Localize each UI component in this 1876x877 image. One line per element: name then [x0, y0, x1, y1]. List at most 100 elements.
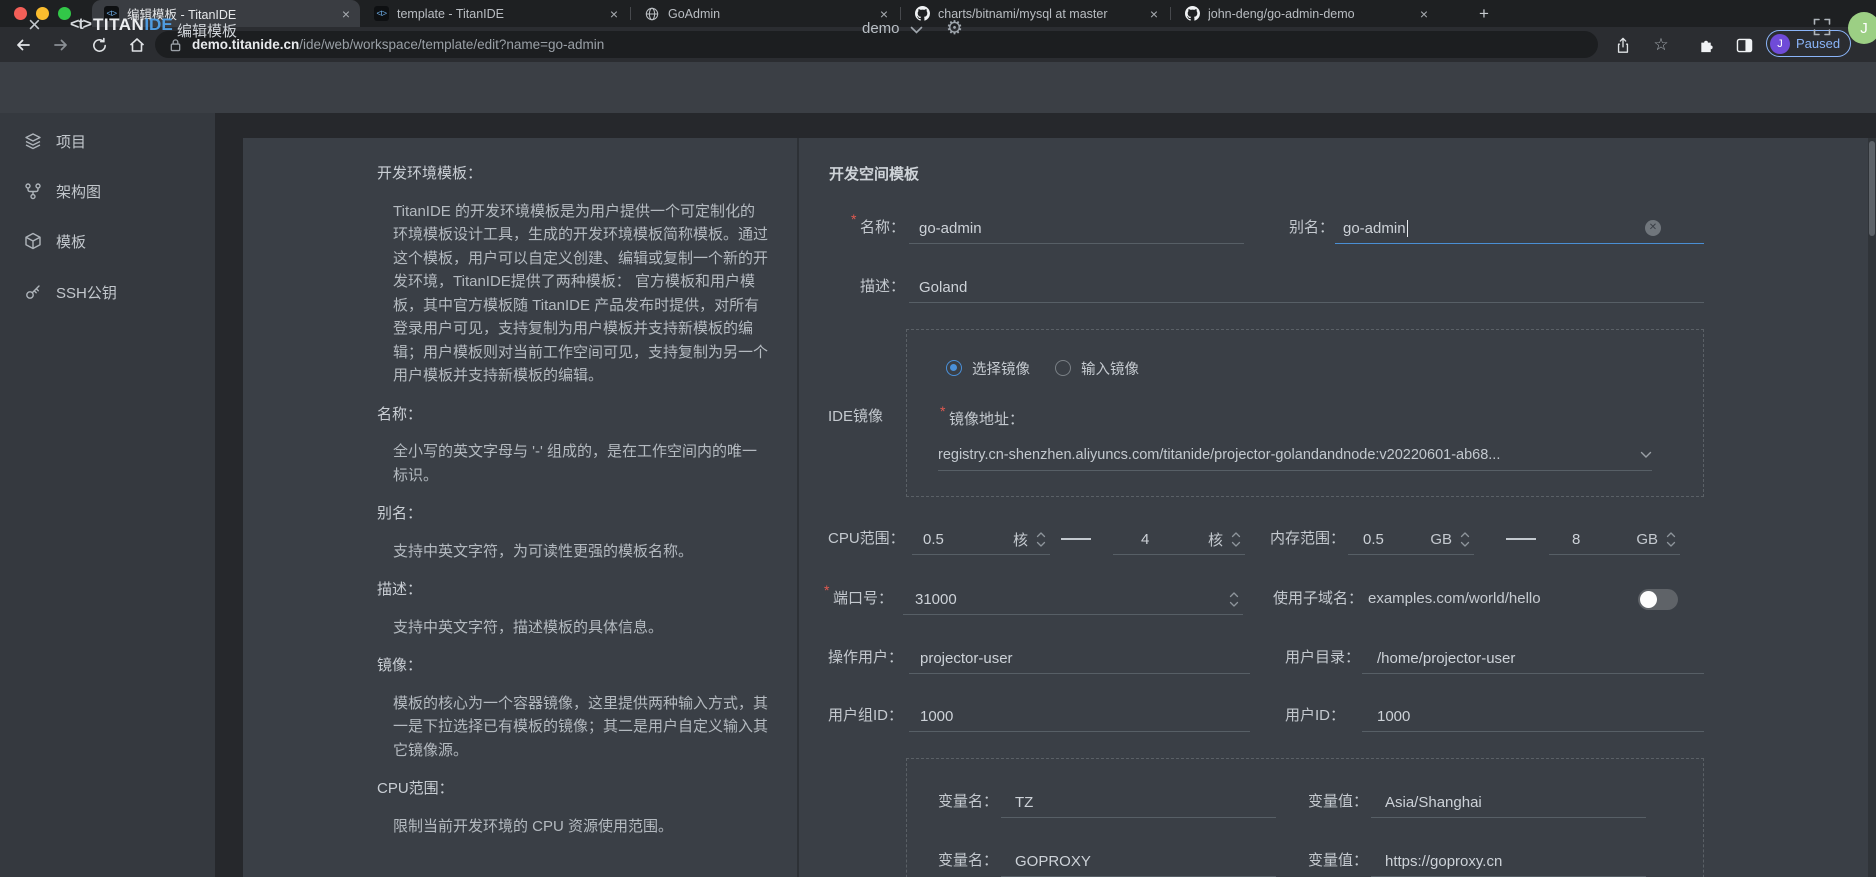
- env-value-input[interactable]: [1371, 787, 1646, 818]
- env-name-input-field[interactable]: [1001, 846, 1276, 876]
- env-value-input-field[interactable]: [1371, 846, 1646, 876]
- back-icon[interactable]: [12, 34, 34, 56]
- browser-profile-button[interactable]: J Paused: [1766, 30, 1851, 57]
- home-icon[interactable]: [126, 34, 148, 56]
- cpu-min-input[interactable]: 0.5 核: [912, 524, 1050, 555]
- chevron-down-icon[interactable]: [1640, 451, 1652, 459]
- close-icon[interactable]: ×: [28, 13, 41, 37]
- radio-input-image[interactable]: 输入镜像: [1055, 353, 1139, 383]
- layers-icon: [24, 132, 42, 150]
- operator-input-field[interactable]: [909, 643, 1250, 673]
- side-panel-icon[interactable]: [1733, 34, 1755, 56]
- tab-charts-bitnami-mysql[interactable]: charts/bitnami/mysql at master ×: [902, 0, 1168, 27]
- group-id-input[interactable]: [909, 701, 1250, 732]
- env-name-input-field[interactable]: [1001, 787, 1276, 817]
- name-label: 名称：: [860, 213, 905, 243]
- group-id-input-field[interactable]: [909, 701, 1250, 731]
- cube-icon: [24, 232, 42, 250]
- key-icon: [24, 283, 42, 301]
- image-address-select[interactable]: registry.cn-shenzhen.aliyuncs.com/titani…: [938, 440, 1652, 471]
- workspace-selector[interactable]: demo: [862, 20, 900, 37]
- home-dir-input-field[interactable]: [1362, 643, 1704, 673]
- tab-separator: [630, 7, 631, 20]
- stepper-icon[interactable]: [1231, 531, 1241, 548]
- memory-min-input[interactable]: 0.5 GB: [1348, 524, 1474, 555]
- memory-min-value[interactable]: 0.5: [1363, 531, 1384, 548]
- range-dash: [1061, 538, 1091, 540]
- port-label: 端口号：: [833, 584, 893, 614]
- doc-heading: 别名：: [377, 502, 769, 526]
- env-value-input-field[interactable]: [1371, 787, 1646, 817]
- cpu-max-input[interactable]: 4 核: [1113, 524, 1245, 555]
- stepper-icon[interactable]: [1036, 531, 1046, 548]
- cpu-max-value[interactable]: 4: [1141, 531, 1149, 548]
- home-dir-label: 用户目录：: [1285, 643, 1360, 673]
- env-name-input[interactable]: [1001, 846, 1276, 877]
- tab-goadmin[interactable]: GoAdmin ×: [632, 0, 898, 27]
- memory-max-unit: GB: [1636, 531, 1658, 548]
- radio-select-image[interactable]: 选择镜像: [946, 353, 1030, 383]
- sidebar-item-label: SSH公钥: [56, 282, 117, 303]
- gear-icon[interactable]: ⚙: [946, 17, 963, 40]
- subdomain-value: examples.com/world/hello: [1368, 584, 1541, 614]
- env-name-label: 变量名：: [938, 787, 998, 817]
- description-input-field[interactable]: [909, 272, 1704, 302]
- forward-icon[interactable]: [50, 34, 72, 56]
- user-id-input[interactable]: [1362, 701, 1704, 732]
- tab-close-icon[interactable]: ×: [1150, 7, 1158, 21]
- port-value[interactable]: 31000: [903, 591, 957, 608]
- stepper-icon[interactable]: [1666, 531, 1676, 548]
- range-dash: [1506, 538, 1536, 540]
- required-mark: *: [851, 211, 856, 227]
- bookmark-star-icon[interactable]: ☆: [1650, 34, 1672, 56]
- sidebar-item-projects[interactable]: 项目: [0, 126, 215, 156]
- tab-go-admin-demo[interactable]: john-deng/go-admin-demo ×: [1172, 0, 1438, 27]
- share-icon[interactable]: [1612, 34, 1634, 56]
- memory-max-input[interactable]: 8 GB: [1549, 524, 1680, 555]
- panel-divider: [797, 138, 799, 877]
- tab-close-icon[interactable]: ×: [342, 7, 350, 21]
- description-input[interactable]: [909, 272, 1704, 303]
- traffic-light-close-icon[interactable]: [14, 7, 27, 20]
- browser-tab-strip: <t> 编辑模板 - TitanIDE × <t> template - Tit…: [0, 0, 1876, 27]
- sidebar-item-ssh-keys[interactable]: SSH公钥: [0, 277, 215, 307]
- user-avatar[interactable]: J: [1848, 12, 1876, 44]
- port-input[interactable]: 31000: [903, 584, 1243, 615]
- stepper-icon[interactable]: [1229, 591, 1239, 608]
- cpu-min-value[interactable]: 0.5: [923, 531, 944, 548]
- subdomain-toggle[interactable]: [1638, 589, 1678, 610]
- user-id-input-field[interactable]: [1362, 701, 1704, 731]
- clear-icon[interactable]: ✕: [1645, 220, 1661, 236]
- scrollbar-thumb[interactable]: [1869, 141, 1875, 236]
- page-title: 编辑模板: [177, 20, 237, 41]
- scrollbar-track[interactable]: [1868, 138, 1876, 877]
- alias-value[interactable]: go-admin: [1343, 220, 1406, 237]
- tab-template[interactable]: <t> template - TitanIDE ×: [362, 0, 628, 27]
- sidebar-item-templates[interactable]: 模板: [0, 226, 215, 256]
- fullscreen-icon[interactable]: [1812, 17, 1832, 37]
- text-caret: [1407, 220, 1408, 237]
- radio-select-image-label: 选择镜像: [972, 358, 1030, 379]
- home-dir-input[interactable]: [1362, 643, 1704, 674]
- chevron-down-icon[interactable]: [910, 26, 923, 34]
- env-value-input[interactable]: [1371, 846, 1646, 877]
- name-input[interactable]: [909, 213, 1244, 244]
- radio-selected-icon[interactable]: [946, 360, 962, 376]
- tab-close-icon[interactable]: ×: [610, 7, 618, 21]
- env-name-input[interactable]: [1001, 787, 1276, 818]
- new-tab-button[interactable]: +: [1472, 2, 1496, 26]
- operator-input[interactable]: [909, 643, 1250, 674]
- tab-close-icon[interactable]: ×: [1420, 7, 1428, 21]
- reload-icon[interactable]: [88, 34, 110, 56]
- tab-close-icon[interactable]: ×: [880, 7, 888, 21]
- operator-label: 操作用户：: [828, 643, 903, 673]
- alias-input[interactable]: go-admin ✕: [1335, 213, 1704, 244]
- extensions-puzzle-icon[interactable]: [1695, 34, 1717, 56]
- form-title: 开发空间模板: [829, 163, 919, 184]
- memory-max-value[interactable]: 8: [1572, 531, 1580, 548]
- radio-unselected-icon[interactable]: [1055, 360, 1071, 376]
- user-id-label: 用户ID：: [1285, 701, 1345, 731]
- stepper-icon[interactable]: [1460, 531, 1470, 548]
- name-input-field[interactable]: [909, 213, 1244, 243]
- sidebar-item-architecture[interactable]: 架构图: [0, 176, 215, 206]
